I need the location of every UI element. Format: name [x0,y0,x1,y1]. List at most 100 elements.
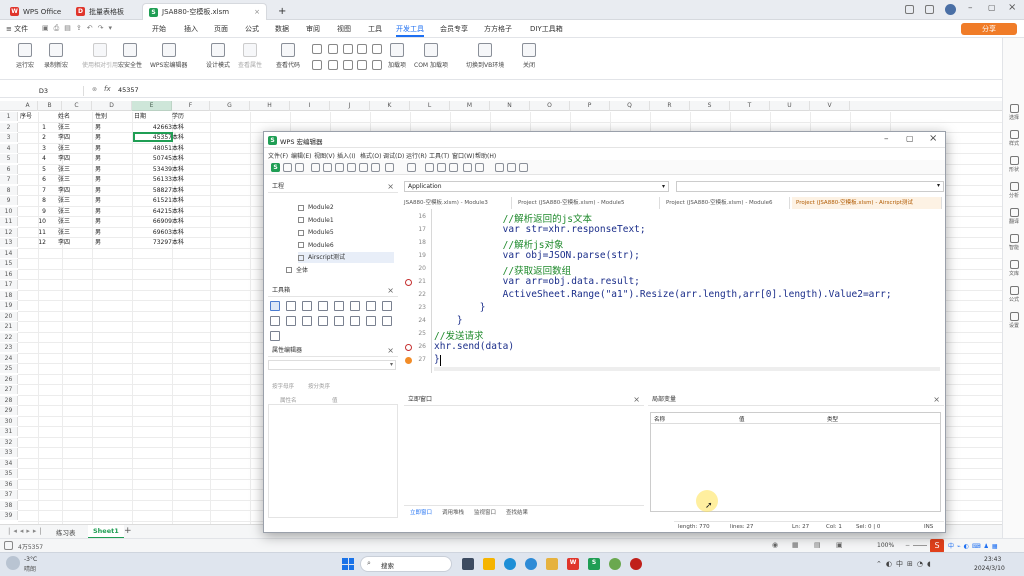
weather-icon[interactable] [6,556,20,570]
object-select[interactable]: ▾ [268,360,396,370]
table-cell[interactable]: 男 [95,165,125,174]
table-cell[interactable]: 张三 [58,165,78,174]
table-cell[interactable]: 10 [20,217,46,226]
control-icon[interactable] [372,44,382,54]
table-cell[interactable]: 张三 [58,123,78,132]
table-cell[interactable]: 2 [20,133,46,142]
table-cell[interactable]: 7 [20,186,46,195]
table-cell[interactable]: 性别 [95,112,125,121]
toolbox-control-icon[interactable] [286,316,296,326]
table-cell[interactable]: 本科 [172,196,202,205]
toolbox-control-icon[interactable] [334,301,344,311]
recorder-icon[interactable] [630,558,642,570]
control-icon[interactable] [357,44,367,54]
table-cell[interactable]: 男 [95,133,125,142]
table-cell[interactable]: 李四 [58,186,78,195]
column-header[interactable]: D [92,101,132,111]
row-header[interactable]: 38 [0,500,18,510]
table-cell[interactable]: 58827 [134,186,172,195]
spreadsheet-icon[interactable]: S [271,163,280,172]
avatar[interactable] [945,4,956,15]
side-panel-item[interactable]: 分析 [1005,182,1023,199]
document-tab[interactable]: Project (JSA880-空模板.xlsm) - Module6 [662,197,790,209]
toolbar-icon[interactable] [283,163,292,172]
control-icon[interactable] [343,44,353,54]
maximize-icon[interactable]: ▢ [988,3,996,12]
sheet-tab-practice[interactable]: 练习表 [56,527,76,537]
tab-wps-office[interactable]: W WPS Office [4,3,67,20]
ribbon-button[interactable]: 切换到VB环境 [466,43,504,69]
table-cell[interactable]: 男 [95,238,125,247]
zoom-level[interactable]: 100% [877,542,894,549]
row-header[interactable]: 13 [0,238,18,247]
table-cell[interactable]: 1 [20,123,46,132]
toolbox-control-icon[interactable] [286,301,296,311]
minimize-icon[interactable]: – [968,3,973,13]
ribbon-button[interactable]: 查看代码 [276,43,300,69]
row-header[interactable]: 15 [0,259,18,268]
close-icon[interactable]: × [387,181,394,193]
props-tab-category[interactable]: 按分类序 [308,382,330,390]
table-cell[interactable]: 5 [20,165,46,174]
control-icon[interactable] [357,60,367,70]
code-line[interactable]: xhr.send(data) [434,341,514,352]
row-header[interactable]: 14 [0,248,18,258]
table-cell[interactable]: 56133 [134,175,172,184]
row-header[interactable]: 3 [0,133,18,142]
table-cell[interactable]: 8 [20,196,46,205]
row-header[interactable]: 30 [0,416,18,426]
print-icon[interactable]: ⎙ [54,24,60,33]
breakpoint-marker[interactable] [405,344,412,351]
table-cell[interactable]: 53439 [134,165,172,174]
editor-menu-item[interactable]: 编辑(E) [291,151,311,160]
menu-item[interactable]: 审阅 [306,24,320,34]
table-cell[interactable]: 张三 [58,144,78,153]
project-tree-item[interactable]: Airscript测试 [298,252,394,263]
project-tree-item[interactable]: Module6 [298,240,334,251]
column-header[interactable]: U [770,101,810,111]
file-menu[interactable]: ≡ 文件 [6,24,28,34]
bottom-pane-tab[interactable]: 调用堆栈 [442,508,464,516]
table-cell[interactable]: 张三 [58,228,78,237]
table-cell[interactable]: 64215 [134,207,172,216]
table-cell[interactable]: 48051 [134,144,172,153]
bottom-pane-tab[interactable]: 立即窗口 [410,508,432,516]
table-cell[interactable]: 男 [95,228,125,237]
side-panel-item[interactable]: 形状 [1005,156,1023,173]
code-line[interactable]: } [434,302,486,313]
column-header[interactable]: L [410,101,450,111]
chrome-icon[interactable] [525,558,537,570]
save-icon[interactable]: ▣ [42,24,49,33]
more-icon[interactable]: ▾ [108,24,112,33]
add-sheet-button[interactable]: + [124,526,132,536]
table-cell[interactable]: 66909 [134,217,172,226]
menu-item[interactable]: 开发工具 [396,24,424,37]
bottom-pane-tab[interactable]: 监视窗口 [474,508,496,516]
project-tree-item[interactable]: 全体 [286,265,308,276]
breakpoint-marker[interactable] [405,279,412,286]
toolbox-control-icon[interactable] [366,316,376,326]
code-line[interactable]: //获取返回数组 [434,263,571,277]
name-box[interactable]: D3 [4,86,84,96]
table-cell[interactable]: 李四 [58,133,78,142]
ribbon-button[interactable]: 使用相对引用 [82,43,118,69]
cancel-icon[interactable]: ⊗ [92,86,97,93]
toolbar-icon[interactable] [359,163,368,172]
toolbar-icon[interactable] [463,163,472,172]
document-tab[interactable]: Project (JSA880-空模板.xlsm) - Airscript测试 [792,197,942,209]
editor-menu-item[interactable]: 插入(I) [337,151,355,160]
side-panel-item[interactable]: 文库 [1005,260,1023,277]
table-cell[interactable]: 日期 [134,112,172,121]
toolbar-icon[interactable] [311,163,320,172]
table-cell[interactable]: 9 [20,207,46,216]
row-header[interactable]: 6 [0,164,18,174]
code-line[interactable]: var str=xhr.responseText; [434,224,646,235]
row-header[interactable]: 16 [0,269,18,279]
toolbar-icon[interactable] [335,163,344,172]
weather-temp[interactable]: -3°C [24,556,37,563]
toolbar-icon[interactable] [437,163,446,172]
toolbox-control-icon[interactable] [270,331,280,341]
column-header[interactable]: C [62,101,92,111]
table-cell[interactable]: 4 [20,154,46,163]
zoom-out-icon[interactable]: − [905,542,910,549]
